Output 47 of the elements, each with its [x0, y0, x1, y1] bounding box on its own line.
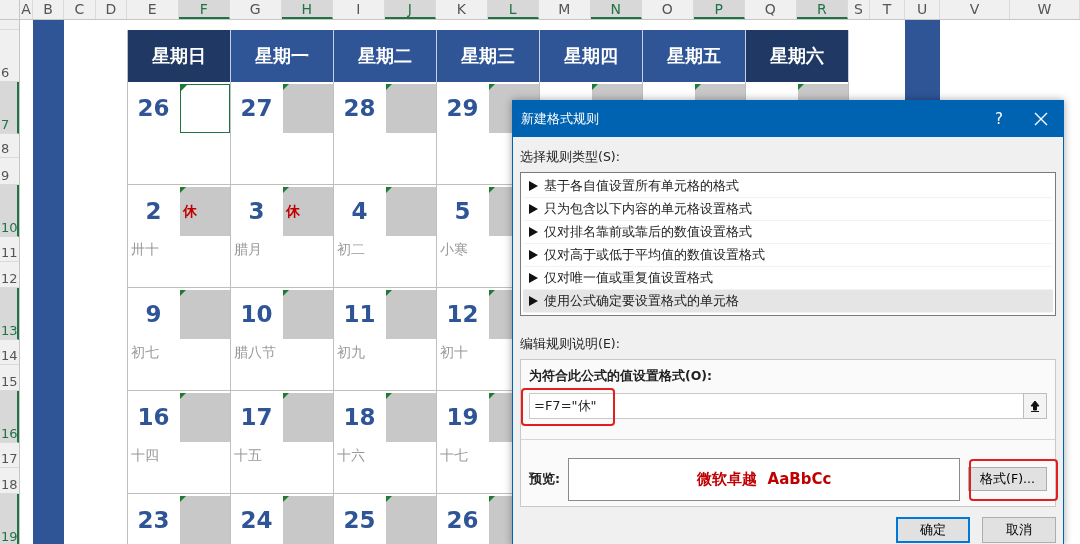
day-number: 17 — [240, 404, 273, 430]
preview-label: 预览: — [529, 470, 561, 488]
day-number: 23 — [137, 507, 170, 533]
day-number: 11 — [343, 301, 376, 327]
lunar-date: 卅十 — [130, 240, 159, 259]
day-number: 16 — [137, 404, 170, 430]
day-number: 4 — [351, 198, 368, 224]
lunar-date: 初七 — [130, 343, 159, 362]
day-number: 27 — [240, 95, 273, 121]
weekday-header: 星期日 — [128, 30, 231, 82]
day-number: 19 — [446, 404, 479, 430]
weekday-header: 星期四 — [540, 30, 643, 82]
holiday-mark: 休 — [286, 202, 300, 221]
day-number: 5 — [454, 198, 471, 224]
weekday-header: 星期一 — [231, 30, 334, 82]
lunar-date: 十六 — [336, 446, 365, 465]
day-number: 18 — [343, 404, 376, 430]
day-number: 25 — [343, 507, 376, 533]
holiday-mark: 休 — [183, 202, 197, 221]
lunar-date: 腊八节 — [233, 343, 276, 362]
lunar-date: 初九 — [336, 343, 365, 362]
lunar-date: 十七 — [439, 446, 468, 465]
weekday-header: 星期二 — [334, 30, 437, 82]
day-number: 3 — [248, 198, 265, 224]
lunar-date: 十五 — [233, 446, 262, 465]
day-number: 2 — [145, 198, 162, 224]
day-number: 26 — [137, 95, 170, 121]
lunar-date: 十四 — [130, 446, 159, 465]
day-number: 24 — [240, 507, 273, 533]
formula-label: 为符合此公式的值设置格式(O): — [529, 368, 714, 385]
day-number: 10 — [240, 301, 273, 327]
dialog-title: 新建格式规则 — [521, 110, 600, 128]
weekday-header: 星期五 — [643, 30, 746, 82]
day-number: 26 — [446, 507, 479, 533]
preview-sample: 微软卓越 AaBbCc — [568, 457, 961, 501]
lunar-date: 小寒 — [439, 240, 468, 259]
rule-description-label: 编辑规则说明(E): — [520, 336, 621, 353]
lunar-date: 初十 — [439, 343, 468, 362]
weekday-header: 星期六 — [746, 30, 849, 82]
day-number: 29 — [446, 95, 479, 121]
day-number: 9 — [145, 301, 162, 327]
lunar-date: 腊月 — [233, 240, 262, 259]
rule-type-label: 选择规则类型(S): — [520, 149, 621, 166]
weekday-header: 星期三 — [437, 30, 540, 82]
lunar-date: 初二 — [336, 240, 365, 259]
day-number: 12 — [446, 301, 479, 327]
day-number: 28 — [343, 95, 376, 121]
